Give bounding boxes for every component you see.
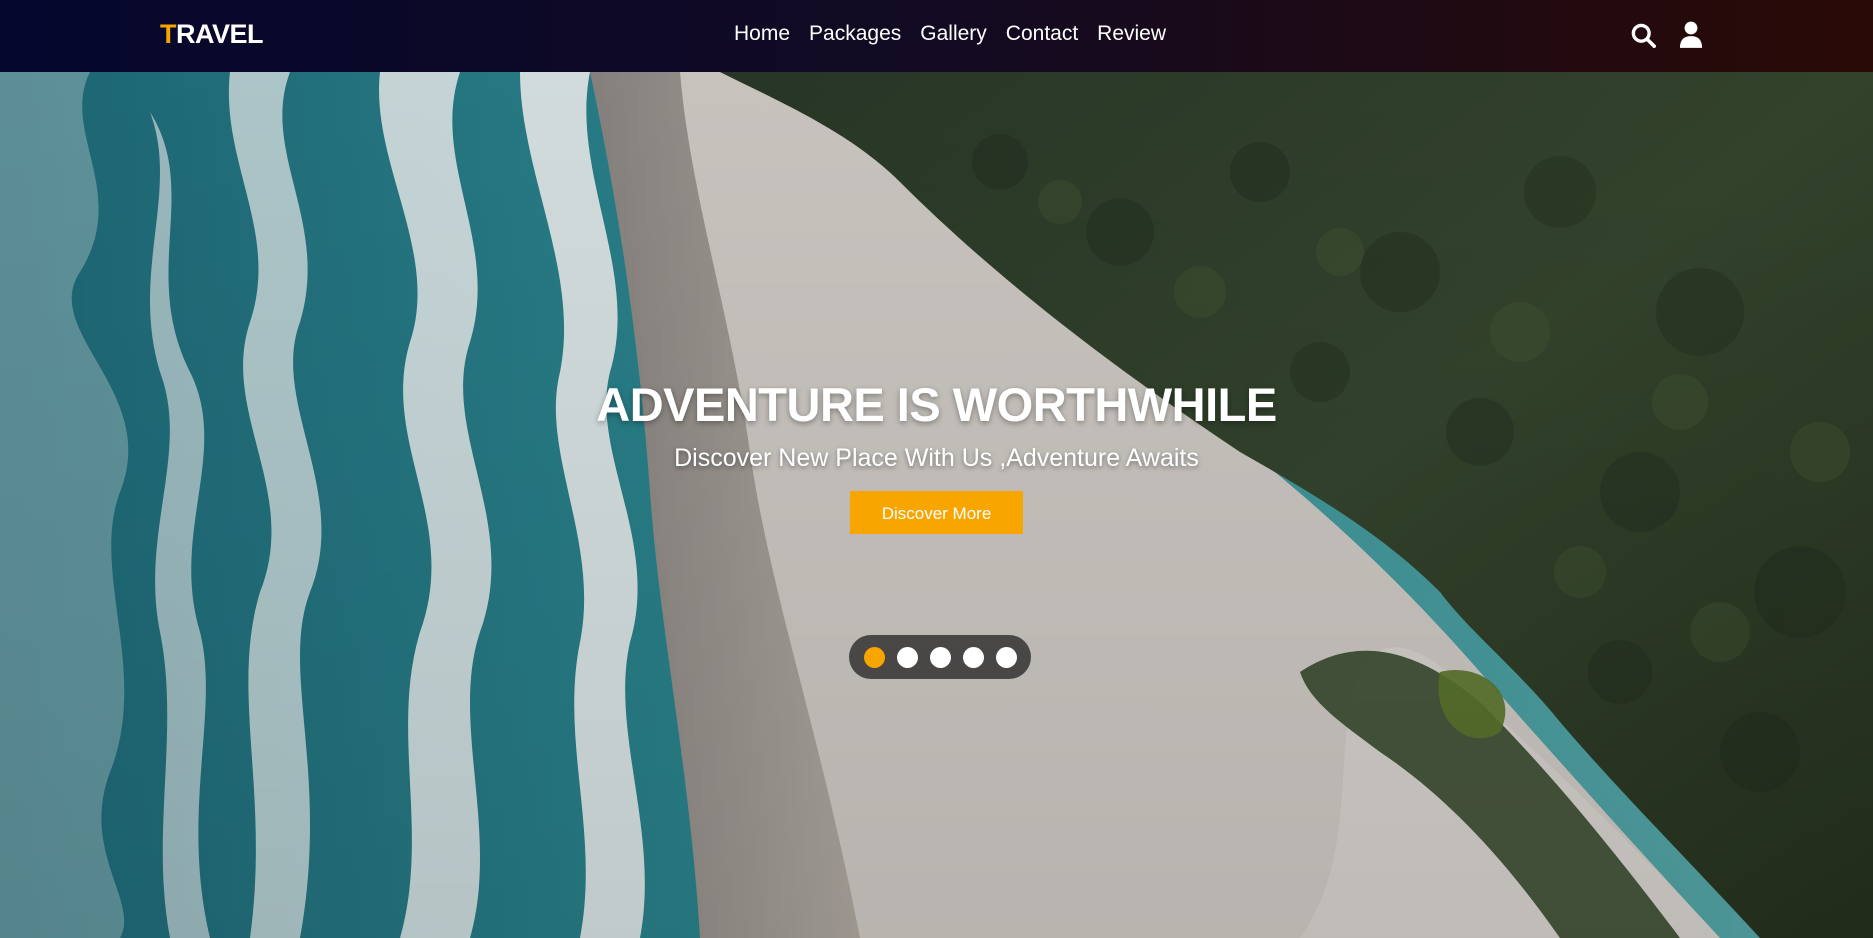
- discover-more-button[interactable]: Discover More: [850, 491, 1023, 534]
- nav-link-packages[interactable]: Packages: [809, 22, 901, 46]
- nav-link-contact[interactable]: Contact: [1006, 22, 1078, 46]
- slider-pagination: [849, 635, 1031, 679]
- logo-accent-letter: T: [160, 19, 177, 49]
- nav-icon-group: [1628, 20, 1706, 50]
- search-icon[interactable]: [1628, 20, 1658, 50]
- slider-dot-2[interactable]: [896, 646, 918, 668]
- hero-section: ADVENTURE IS WORTHWHILE Discover New Pla…: [0, 72, 1873, 938]
- logo-text: RAVEL: [176, 19, 264, 49]
- hero-title: ADVENTURE IS WORTHWHILE: [596, 378, 1277, 431]
- nav-link-home[interactable]: Home: [734, 22, 790, 46]
- top-navbar: TRAVEL Home Packages Gallery Contact Rev…: [0, 0, 1873, 72]
- slider-dot-5[interactable]: [995, 646, 1017, 668]
- hero-content: ADVENTURE IS WORTHWHILE Discover New Pla…: [0, 377, 1873, 534]
- site-logo[interactable]: TRAVEL: [160, 19, 264, 50]
- slider-dot-1[interactable]: [863, 646, 885, 668]
- user-icon[interactable]: [1676, 20, 1706, 50]
- slider-dot-3[interactable]: [929, 646, 951, 668]
- nav-link-review[interactable]: Review: [1097, 22, 1166, 46]
- nav-link-gallery[interactable]: Gallery: [920, 22, 987, 46]
- hero-subtitle: Discover New Place With Us ,Adventure Aw…: [674, 444, 1199, 472]
- slider-dot-4[interactable]: [962, 646, 984, 668]
- main-nav: Home Packages Gallery Contact Review: [734, 22, 1166, 46]
